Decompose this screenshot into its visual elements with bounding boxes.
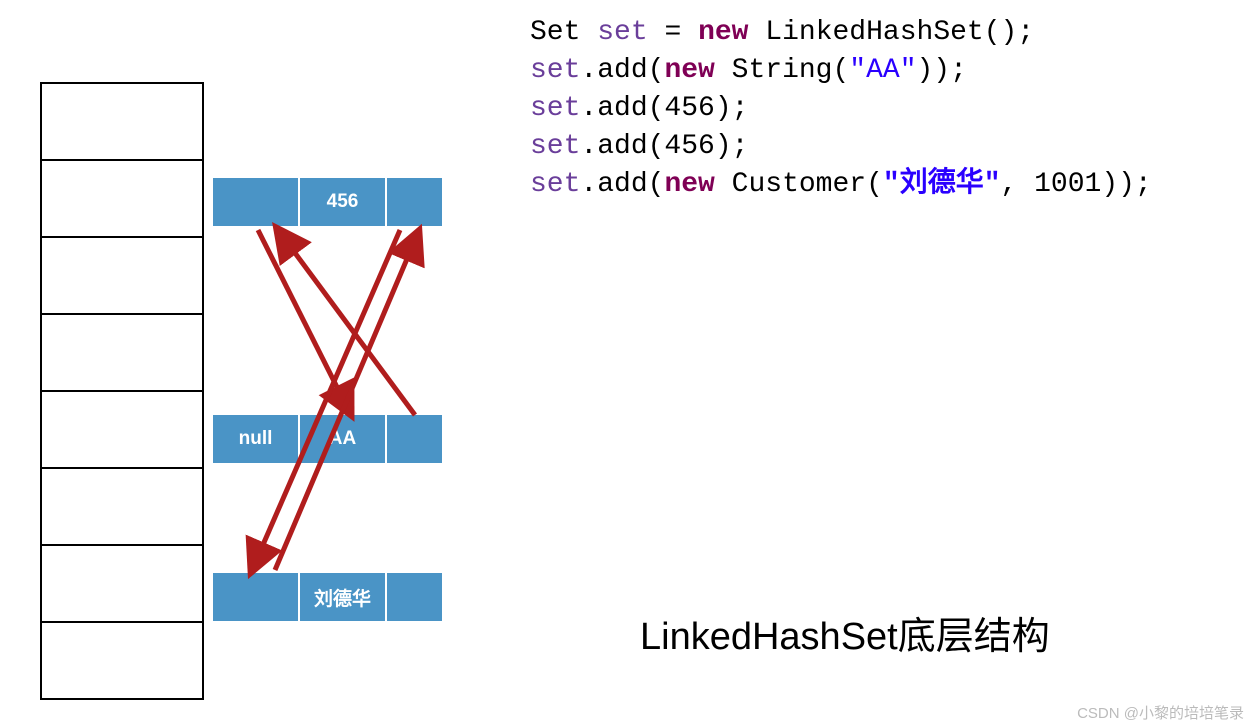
node-value: 456 (300, 178, 387, 226)
node-value: 刘德华 (300, 573, 387, 621)
node-prev (213, 573, 300, 621)
node-next (387, 573, 442, 621)
node-liudehua: 刘德华 (213, 573, 442, 621)
node-prev (213, 178, 300, 226)
array-slot (42, 546, 202, 623)
node-456: 456 (213, 178, 442, 226)
array-slot (42, 623, 202, 700)
code-line: set.add(new Customer("刘德华", 1001)); (530, 169, 1152, 200)
node-aa: null AA (213, 415, 442, 463)
array-slot (42, 161, 202, 238)
node-next (387, 178, 442, 226)
diagram-title: LinkedHashSet底层结构 (640, 605, 1050, 660)
code-block: Set set = new LinkedHashSet(); set.add(n… (530, 14, 1152, 204)
watermark: CSDN @小黎的培培笔录 (1077, 702, 1244, 723)
hash-table-array (40, 82, 204, 700)
node-value: AA (300, 415, 387, 463)
code-line: set.add(456); (530, 131, 748, 162)
array-slot (42, 84, 202, 161)
code-line: set.add(new String("AA")); (530, 55, 967, 86)
array-slot (42, 238, 202, 315)
code-line: Set set = new LinkedHashSet(); (530, 17, 1034, 48)
array-slot (42, 315, 202, 392)
node-next (387, 415, 442, 463)
node-prev: null (213, 415, 300, 463)
code-line: set.add(456); (530, 93, 748, 124)
array-slot (42, 392, 202, 469)
array-slot (42, 469, 202, 546)
